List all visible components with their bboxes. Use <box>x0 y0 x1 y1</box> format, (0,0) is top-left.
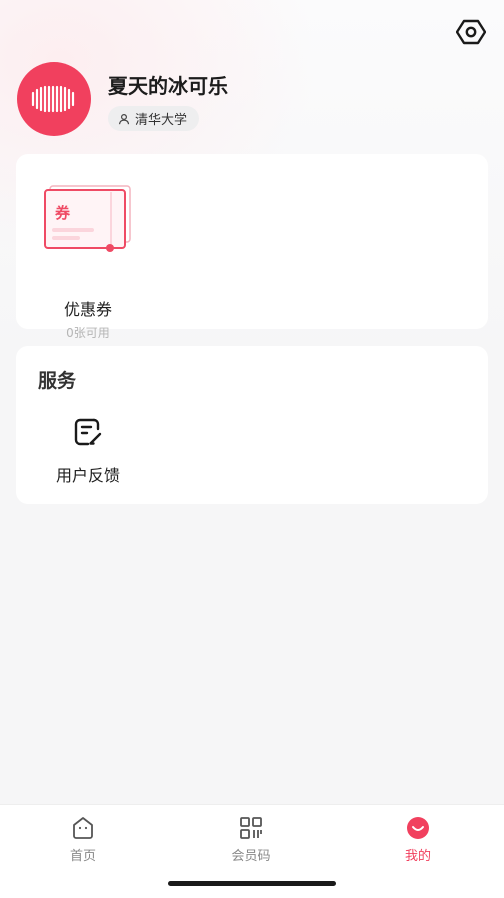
service-title: 服务 <box>38 370 77 392</box>
qr-code-icon <box>240 817 262 839</box>
smile-face-icon <box>407 817 429 839</box>
service-card: 服务 用户反馈 <box>16 346 488 504</box>
coupon-ticket-icon: 券 <box>44 185 131 252</box>
tab-home[interactable]: 首页 <box>33 815 133 871</box>
brand-logo-icon <box>31 85 75 113</box>
tab-home-label: 首页 <box>69 849 96 864</box>
feedback-label: 用户反馈 <box>55 466 120 485</box>
settings-button[interactable] <box>455 16 487 48</box>
coupon-card: 券 优惠券 0张可用 <box>16 154 488 340</box>
username: 夏天的冰可乐 <box>108 74 228 98</box>
avatar[interactable] <box>17 62 91 136</box>
tab-mine-label: 我的 <box>404 849 431 864</box>
tab-member-code[interactable]: 会员码 <box>201 815 301 871</box>
home-icon <box>73 817 93 839</box>
coupon-ticket-text: 券 <box>55 204 71 222</box>
tab-member-code-label: 会员码 <box>231 849 271 864</box>
settings-hex-icon <box>456 19 486 45</box>
user-icon <box>118 113 130 124</box>
feedback-edit-icon <box>74 418 102 446</box>
school-name: 清华大学 <box>135 113 188 128</box>
home-indicator <box>168 881 336 886</box>
coupon-label: 优惠券 <box>63 300 112 319</box>
coupon-count: 0张可用 <box>66 326 110 340</box>
tab-mine[interactable]: 我的 <box>368 815 468 871</box>
school-badge[interactable]: 清华大学 <box>108 106 200 131</box>
